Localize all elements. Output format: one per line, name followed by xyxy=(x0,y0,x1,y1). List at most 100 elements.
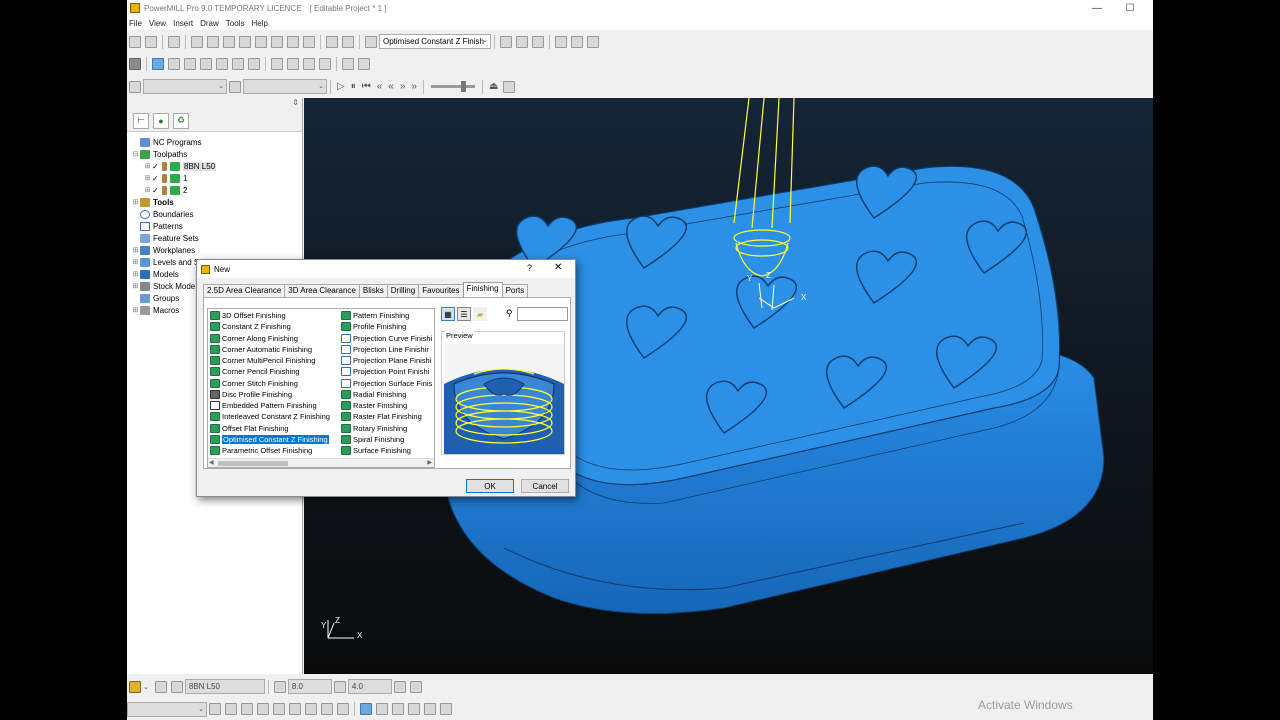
strategy-item[interactable]: Corner MultiPencil Finishing xyxy=(210,355,330,366)
strategy-list[interactable]: 3D Offset Finishing Constant Z Finishing… xyxy=(207,308,435,468)
close-toolbar-icon[interactable] xyxy=(587,35,599,48)
tab-finishing[interactable]: Finishing xyxy=(462,282,503,297)
boundary-silhouette-icon[interactable] xyxy=(289,703,301,715)
expander-icon[interactable]: ⊞ xyxy=(143,162,152,170)
open-folder-button[interactable]: ▰ xyxy=(473,307,487,321)
expander-icon[interactable]: ⊞ xyxy=(131,198,140,206)
strategy-item[interactable]: Disc Profile Finishing xyxy=(210,389,330,400)
tree-item-toolpath-1[interactable]: ⊞ ✓ 1 xyxy=(127,172,302,184)
boundary-icon[interactable] xyxy=(303,35,315,48)
eject-icon[interactable]: ⏏ xyxy=(489,81,498,92)
tree-item-boundaries[interactable]: Boundaries xyxy=(127,208,302,220)
checkmark-icon[interactable]: ✓ xyxy=(152,162,160,171)
close-toolbar-icon[interactable] xyxy=(440,703,452,715)
strategy-item[interactable]: Raster Finishing xyxy=(341,400,432,411)
wireframe-icon[interactable] xyxy=(303,57,315,70)
strategy-item[interactable]: Rotary Finishing xyxy=(341,423,432,434)
rapid-move-icon[interactable] xyxy=(207,35,219,48)
menu-tools[interactable]: Tools xyxy=(224,19,250,28)
ok-button[interactable]: OK xyxy=(466,479,514,493)
scrollbar-thumb[interactable] xyxy=(218,461,288,466)
setup-sheet-icon[interactable] xyxy=(342,35,354,48)
expander-icon[interactable]: ⊞ xyxy=(131,306,140,314)
strategy-item[interactable]: Constant Z Finishing xyxy=(210,321,330,332)
strategy-item[interactable]: Parametric Offset Finishing xyxy=(210,445,330,456)
tab-explorer-recycle[interactable]: ♻ xyxy=(173,112,189,129)
step-back-icon[interactable]: ⏮ xyxy=(362,81,371,92)
block-icon[interactable] xyxy=(191,35,203,48)
close-toolbar-icon[interactable] xyxy=(358,57,370,70)
strategy-item[interactable]: Corner Along Finishing xyxy=(210,333,330,344)
boundary-user-icon[interactable] xyxy=(337,703,349,715)
checkmark-icon[interactable]: ✓ xyxy=(152,174,160,183)
strategy-item[interactable]: Raster Flat Finishing xyxy=(341,411,432,422)
maximize-button[interactable]: ☐ xyxy=(1115,0,1145,16)
toolpath-strategies-icon[interactable] xyxy=(287,35,299,48)
menu-draw[interactable]: Draw xyxy=(198,19,224,28)
iso-view-icon[interactable] xyxy=(152,57,164,70)
strategy-item[interactable]: Interleaved Constant Z Finishing xyxy=(210,411,330,422)
sim-tool-icon[interactable] xyxy=(229,80,241,93)
tab-favourites[interactable]: Favourites xyxy=(418,284,464,297)
strategy-item-selected[interactable]: Optimised Constant Z Finishing xyxy=(210,434,330,445)
close-toolbar-icon[interactable] xyxy=(503,80,516,93)
expander-icon[interactable]: ⊟ xyxy=(131,150,140,158)
boundary-new-icon[interactable] xyxy=(209,703,221,715)
strategy-item[interactable]: Spiral Finishing xyxy=(341,434,432,445)
edit-toolpath-icon[interactable] xyxy=(532,35,544,48)
strategy-item[interactable]: Projection Point Finishi xyxy=(341,366,432,377)
strategy-item[interactable]: Offset Flat Finishing xyxy=(210,423,330,434)
tab-explorer-globe[interactable]: ● xyxy=(153,112,169,129)
menu-help[interactable]: Help xyxy=(249,19,272,28)
tree-item-toolpath-8bn[interactable]: ⊞ ✓ 8BN L50 xyxy=(127,160,302,172)
shading-icon[interactable] xyxy=(129,57,141,70)
view-side-icon[interactable] xyxy=(200,57,212,70)
edit-tool-icon[interactable] xyxy=(393,680,406,693)
sim-toolpath-icon[interactable] xyxy=(129,80,141,93)
simulation-icon[interactable] xyxy=(342,57,354,70)
strategy-item[interactable]: Projection Surface Finis xyxy=(341,378,432,389)
help-button[interactable]: ? xyxy=(527,263,532,273)
strategy-item[interactable]: Corner Stitch Finishing xyxy=(210,378,330,389)
transform-icon[interactable] xyxy=(571,35,583,48)
zoom-icon[interactable] xyxy=(232,57,244,70)
tab-explorer-tree[interactable]: ⊢ xyxy=(133,112,149,129)
feeds-speeds-icon[interactable] xyxy=(223,35,235,48)
strategy-search-input[interactable] xyxy=(517,307,568,321)
surface-icon[interactable] xyxy=(287,57,299,70)
strategy-select[interactable]: Optimised Constant Z Finish ⌄ xyxy=(379,34,491,49)
slider-thumb[interactable] xyxy=(460,81,466,92)
print-icon[interactable] xyxy=(168,35,180,48)
strategy-item[interactable]: Embedded Pattern Finishing xyxy=(210,400,330,411)
list-view-button[interactable]: ☰ xyxy=(457,307,471,321)
sim-tool-select[interactable]: ⌄ xyxy=(243,79,327,94)
tab-3d-area-clearance[interactable]: 3D Area Clearance xyxy=(284,284,360,297)
boundary-select[interactable]: ⌄ xyxy=(127,701,207,717)
delete-icon[interactable] xyxy=(516,35,528,48)
scroll-left-icon[interactable]: ◀ xyxy=(209,459,214,466)
pattern-edit-icon[interactable] xyxy=(376,703,388,715)
open-project-icon[interactable] xyxy=(129,35,141,48)
chevron-down-icon[interactable]: ⌄ xyxy=(143,683,149,691)
tool-icon[interactable] xyxy=(500,35,512,48)
tool-settings-icon[interactable] xyxy=(170,680,183,693)
save-project-icon[interactable] xyxy=(145,35,157,48)
boundary-stock-icon[interactable] xyxy=(321,703,333,715)
expander-icon[interactable]: ⊞ xyxy=(131,282,140,290)
leads-links-icon[interactable] xyxy=(239,35,251,48)
tool-holder-icon[interactable] xyxy=(154,680,167,693)
tree-item-workplanes[interactable]: ⊞ Workplanes xyxy=(127,244,302,256)
strategy-icon[interactable] xyxy=(365,35,377,48)
checkmark-icon[interactable]: ✓ xyxy=(152,186,160,195)
view-top-icon[interactable] xyxy=(168,57,180,70)
view-back-icon[interactable] xyxy=(216,57,228,70)
strategy-item[interactable]: Projection Curve Finishi xyxy=(341,333,432,344)
expander-icon[interactable]: ⊞ xyxy=(143,174,152,182)
strategy-item[interactable]: Pattern Finishing xyxy=(341,310,432,321)
tree-item-tools[interactable]: ⊞ Tools xyxy=(127,196,302,208)
verify-icon[interactable] xyxy=(555,35,567,48)
expander-icon[interactable]: ⊞ xyxy=(131,270,140,278)
view-front-icon[interactable] xyxy=(184,57,196,70)
strategy-item[interactable]: Corner Pencil Finishing xyxy=(210,366,330,377)
boundary-rest-icon[interactable] xyxy=(273,703,285,715)
